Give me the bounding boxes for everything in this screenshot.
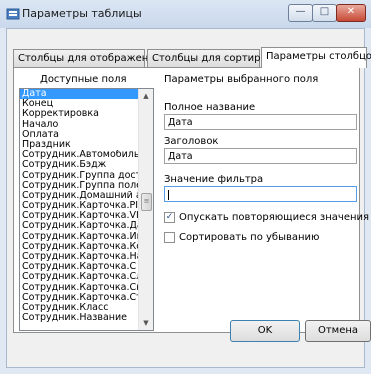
available-fields-label: Доступные поля <box>40 74 127 85</box>
available-fields-list[interactable]: Дата Конец Корректировка Начало Оплата Праздн… <box>19 88 154 331</box>
list-item[interactable]: Сотрудник.Карточка.Наз <box>20 252 140 262</box>
minimize-button[interactable]: — <box>288 4 313 22</box>
full-name-label: Полное название <box>164 102 256 113</box>
tab-panel: Доступные поля Дата Конец Корректировка Нач… <box>13 67 369 333</box>
list-item[interactable]: Сотрудник.Карточка.Слух <box>20 272 140 282</box>
params-header: Параметры выбранного поля <box>164 74 319 85</box>
full-name-field[interactable]: Дата <box>164 114 357 130</box>
skip-repeated-checkbox[interactable]: ✓ <box>164 212 175 223</box>
maximize-button[interactable]: □ <box>312 4 337 22</box>
list-item[interactable]: Сотрудник.Карточка.Дат <box>20 221 140 231</box>
checkmark-icon: ✓ <box>165 212 174 222</box>
sort-desc-label: Сортировать по убыванию <box>179 232 320 243</box>
skip-repeated-label: Опускать повторяющиеся значения <box>179 212 370 223</box>
list-item[interactable]: Сотрудник.Карточка.Снят <box>20 283 140 293</box>
list-item[interactable]: Сотрудник.Карточка.PIN <box>20 201 140 211</box>
list-item[interactable]: Сотрудник.Автомобиль N <box>20 150 140 160</box>
sort-desc-option[interactable]: Сортировать по убыванию <box>164 232 319 244</box>
title-bar: Параметры таблицы — □ ✕ <box>0 0 371 28</box>
list-item[interactable]: Сотрудник.Группа полей <box>20 181 140 191</box>
list-item[interactable]: Дата <box>20 89 140 100</box>
ok-button[interactable]: OK <box>230 320 300 342</box>
app-icon <box>6 8 20 20</box>
list-item[interactable]: Сотрудник.Домашний ад <box>20 191 140 201</box>
maximize-icon: □ <box>319 6 330 17</box>
list-item[interactable]: Сотрудник.Название <box>20 313 140 323</box>
tab-column-params[interactable]: Параметры столбцов <box>261 47 371 68</box>
close-button[interactable]: ✕ <box>336 4 366 22</box>
skip-repeated-option[interactable]: ✓ Опускать повторяющиеся значения <box>164 212 369 224</box>
scroll-thumb[interactable]: ≡ <box>141 193 152 211</box>
close-icon: ✕ <box>346 6 356 17</box>
caption-field[interactable]: Дата <box>164 148 357 164</box>
tab-display-columns[interactable]: Столбцы для отображения <box>13 49 161 67</box>
cancel-button[interactable]: Отмена <box>305 320 371 342</box>
list-item[interactable]: Сотрудник.Карточка.VIP <box>20 211 140 221</box>
list-item[interactable]: Сотрудник.Карточка.С ог <box>20 262 140 272</box>
list-item[interactable]: Сотрудник.Бэдж <box>20 160 140 170</box>
sort-desc-checkbox[interactable] <box>164 232 175 243</box>
tab-sort-columns[interactable]: Столбцы для сортировки <box>147 49 285 67</box>
list-item[interactable]: Праздник <box>20 140 140 150</box>
list-item[interactable]: Конец <box>20 99 140 109</box>
window-title: Параметры таблицы <box>22 7 142 20</box>
list-item[interactable]: Корректировка <box>20 109 140 119</box>
client-area: Столбцы для отображения Столбцы для сорт… <box>6 28 371 368</box>
list-items: Дата Конец Корректировка Начало Оплата Праздн… <box>20 89 153 323</box>
list-item[interactable]: Сотрудник.Карточка.Стат <box>20 293 140 303</box>
scroll-down-icon[interactable]: ▼ <box>139 316 153 330</box>
dialog-window: Параметры таблицы — □ ✕ Столбцы для отоб… <box>0 0 371 374</box>
list-item[interactable]: Сотрудник.Класс <box>20 303 140 313</box>
list-item[interactable]: Оплата <box>20 130 140 140</box>
scroll-up-icon[interactable]: ▲ <box>139 89 153 103</box>
filter-label: Значение фильтра <box>164 174 264 185</box>
minimize-icon: — <box>295 6 306 17</box>
list-item[interactable]: Сотрудник.Группа достуг <box>20 171 140 181</box>
list-item[interactable]: Начало <box>20 120 140 130</box>
list-scrollbar[interactable]: ▲ ≡ ▼ <box>138 89 153 330</box>
filter-field[interactable] <box>164 186 357 202</box>
list-item[interactable]: Сотрудник.Карточка.Имя <box>20 232 140 242</box>
caption-label: Заголовок <box>164 136 219 147</box>
text-caret <box>168 189 169 200</box>
list-item[interactable]: Сотрудник.Карточка.Код <box>20 242 140 252</box>
